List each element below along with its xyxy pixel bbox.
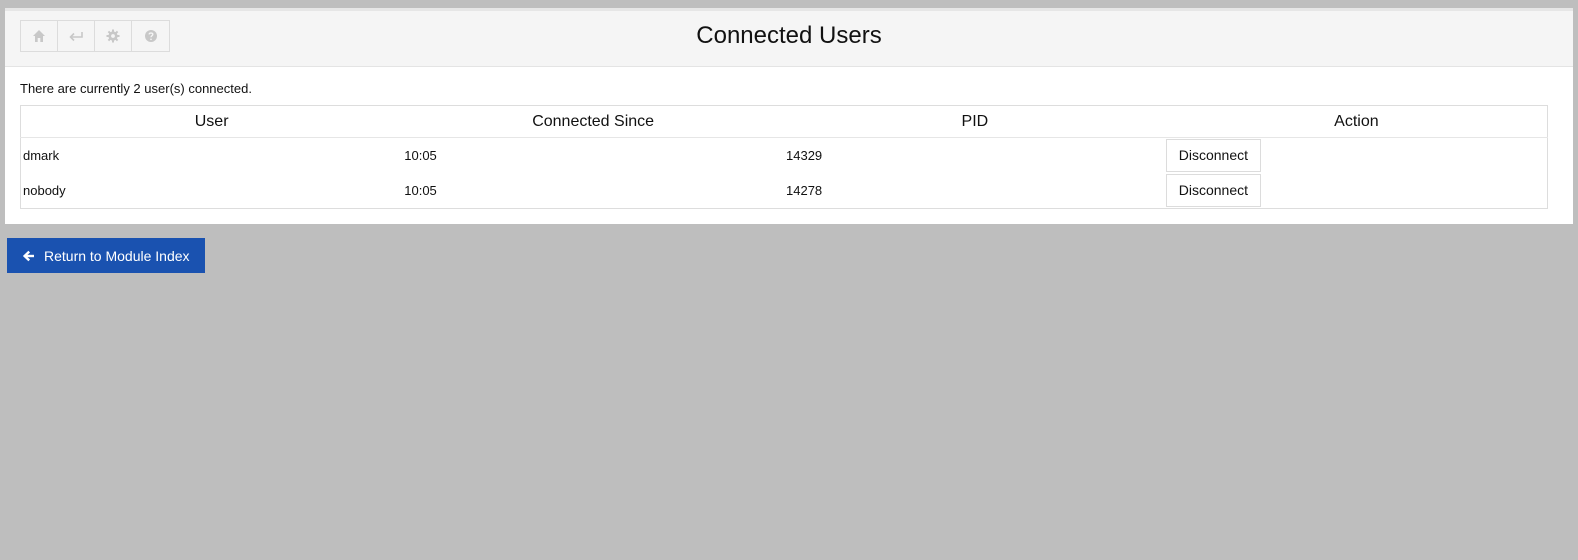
connected-users-table: User Connected Since PID Action dmark 10… [20, 105, 1548, 209]
pid-cell: 14329 [786, 148, 823, 163]
connected-since-cell: 10:05 [404, 183, 437, 198]
pid-cell: 14278 [786, 183, 823, 198]
table-row: nobody 10:05 14278 Disconnect [21, 173, 1548, 209]
return-to-module-index-button[interactable]: Return to Module Index [7, 238, 205, 273]
return-button-label: Return to Module Index [44, 247, 190, 264]
table-row: dmark 10:05 14329 Disconnect [21, 138, 1548, 174]
panel-header: Connected Users [5, 11, 1573, 67]
connection-summary: There are currently 2 user(s) connected. [20, 81, 252, 96]
action-cell: Disconnect [1165, 173, 1548, 209]
page-title: Connected Users [696, 22, 882, 49]
disconnect-button[interactable]: Disconnect [1165, 174, 1262, 207]
column-header-user: User [20, 105, 403, 138]
table-header-row: User Connected Since PID Action [20, 105, 1548, 138]
arrow-left-icon [23, 250, 35, 262]
main-panel: Connected Users There are currently 2 us… [5, 8, 1573, 224]
column-header-connected-since: Connected Since [402, 105, 784, 138]
user-cell: dmark [23, 148, 60, 163]
action-cell: Disconnect [1165, 138, 1548, 174]
connected-since-cell: 10:05 [404, 148, 437, 163]
disconnect-button[interactable]: Disconnect [1165, 139, 1262, 172]
user-cell: nobody [23, 183, 66, 198]
column-header-action: Action [1165, 105, 1548, 138]
column-header-pid: PID [784, 105, 1166, 138]
